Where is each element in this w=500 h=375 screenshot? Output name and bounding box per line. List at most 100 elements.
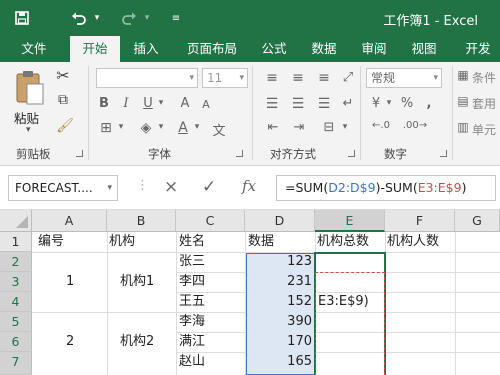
row-header-4[interactable]: 4 bbox=[0, 292, 32, 312]
redo-dropdown-icon[interactable]: ▾ bbox=[142, 8, 152, 28]
column-header-b[interactable]: B bbox=[107, 210, 176, 232]
align-bottom-icon[interactable]: ≡ bbox=[312, 70, 336, 86]
italic-icon[interactable]: I bbox=[118, 96, 134, 111]
row-header-5[interactable]: 5 bbox=[0, 312, 32, 332]
comma-icon[interactable]: , bbox=[420, 96, 438, 111]
wrap-text-icon[interactable]: ↵ bbox=[338, 96, 358, 111]
undo-dropdown-icon[interactable]: ▾ bbox=[92, 8, 102, 28]
column-header-g[interactable]: G bbox=[455, 210, 500, 232]
conditional-format-label[interactable]: 条件 bbox=[472, 69, 496, 86]
font-color-icon[interactable]: A bbox=[174, 120, 192, 136]
undo-icon[interactable] bbox=[68, 8, 90, 28]
border-dropdown-icon[interactable]: ▾ bbox=[116, 122, 126, 132]
format-as-table-label[interactable]: 套用 bbox=[472, 95, 496, 112]
number-launcher-icon[interactable] bbox=[440, 150, 447, 157]
font-launcher-icon[interactable] bbox=[236, 150, 243, 157]
decrease-indent-icon[interactable]: ⇤ bbox=[262, 120, 284, 135]
cell-d5[interactable]: 390 bbox=[248, 313, 312, 331]
row-header-7[interactable]: 7 bbox=[0, 352, 32, 375]
formula-input[interactable]: =SUM(D2:D$9)-SUM(E3:E$9) bbox=[276, 175, 496, 201]
cell-b1[interactable]: 机构 bbox=[109, 233, 135, 251]
tab-insert[interactable]: 插入 bbox=[124, 36, 168, 62]
customize-qat-icon[interactable]: ≡ bbox=[170, 8, 182, 28]
cell-d7[interactable]: 165 bbox=[248, 353, 312, 371]
tab-file[interactable]: 文件 bbox=[14, 36, 54, 62]
conditional-format-icon[interactable]: ▦ bbox=[456, 68, 470, 82]
align-center-icon[interactable]: ☰ bbox=[286, 96, 310, 112]
cell-d2[interactable]: 123 bbox=[248, 253, 312, 271]
tab-page-layout[interactable]: 页面布局 bbox=[176, 36, 248, 62]
paste-dropdown-icon[interactable]: ▾ bbox=[26, 125, 31, 135]
tab-data[interactable]: 数据 bbox=[304, 36, 344, 62]
merge-dropdown-icon[interactable]: ▾ bbox=[340, 122, 350, 132]
cut-icon[interactable]: ✂ bbox=[54, 66, 72, 85]
currency-icon[interactable]: ¥ bbox=[366, 96, 386, 111]
font-color-dropdown-icon[interactable]: ▾ bbox=[192, 122, 202, 132]
cancel-icon[interactable]: × bbox=[164, 177, 178, 197]
cell-b2-merged[interactable]: 机构1 bbox=[120, 273, 154, 291]
tab-review[interactable]: 审阅 bbox=[354, 36, 394, 62]
fill-color-icon[interactable]: ◈ bbox=[136, 120, 156, 136]
cell-e2-editing-text[interactable]: E3:E$9) bbox=[318, 293, 369, 311]
row-header-3[interactable]: 3 bbox=[0, 272, 32, 292]
currency-dropdown-icon[interactable]: ▾ bbox=[384, 98, 394, 108]
save-icon[interactable] bbox=[12, 8, 32, 28]
merge-center-icon[interactable]: ⊟ bbox=[318, 120, 340, 135]
cell-e1[interactable]: 机构总数 bbox=[317, 233, 369, 251]
font-shrink-icon[interactable]: A bbox=[198, 98, 214, 111]
fill-dropdown-icon[interactable]: ▾ bbox=[156, 122, 166, 132]
cell-c3[interactable]: 李四 bbox=[179, 273, 205, 291]
orientation-icon[interactable]: ⤢ bbox=[338, 70, 358, 85]
format-as-table-icon[interactable]: ▤ bbox=[456, 94, 470, 108]
font-grow-icon[interactable]: A bbox=[176, 96, 194, 111]
font-size-dropdown[interactable]: 11 ▾ bbox=[202, 68, 248, 88]
tab-view[interactable]: 视图 bbox=[404, 36, 444, 62]
drag-handle-icon[interactable]: ⋮ bbox=[136, 178, 149, 193]
alignment-launcher-icon[interactable] bbox=[348, 150, 355, 157]
cell-c4[interactable]: 王五 bbox=[179, 293, 205, 311]
cell-c5[interactable]: 李海 bbox=[179, 313, 205, 331]
select-all-button[interactable] bbox=[0, 210, 32, 232]
cell-styles-label[interactable]: 单元 bbox=[472, 121, 496, 138]
enter-icon[interactable]: ✓ bbox=[202, 177, 216, 197]
cell-c2[interactable]: 张三 bbox=[179, 253, 205, 271]
copy-icon[interactable]: ⧉ bbox=[52, 92, 74, 108]
decrease-decimal-icon[interactable]: .00→ bbox=[400, 120, 430, 131]
increase-decimal-icon[interactable]: ←.0 bbox=[366, 120, 396, 131]
column-header-a[interactable]: A bbox=[32, 210, 107, 232]
align-left-icon[interactable]: ☰ bbox=[260, 96, 284, 112]
cell-a2-merged[interactable]: 1 bbox=[66, 273, 74, 291]
paste-button[interactable] bbox=[14, 68, 46, 110]
row-header-6[interactable]: 6 bbox=[0, 332, 32, 352]
cell-a5-merged[interactable]: 2 bbox=[66, 333, 74, 351]
cell-d3[interactable]: 231 bbox=[248, 273, 312, 291]
cell-b5-merged[interactable]: 机构2 bbox=[120, 333, 154, 351]
align-middle-icon[interactable]: ≡ bbox=[286, 70, 310, 86]
column-header-d[interactable]: D bbox=[245, 210, 315, 232]
cell-d1[interactable]: 数据 bbox=[248, 233, 274, 251]
increase-indent-icon[interactable]: ⇥ bbox=[288, 120, 310, 135]
border-icon[interactable]: ⊞ bbox=[96, 120, 116, 136]
percent-icon[interactable]: % bbox=[398, 96, 416, 111]
bold-icon[interactable]: B bbox=[96, 96, 112, 111]
cell-styles-icon[interactable]: ▥ bbox=[456, 120, 470, 134]
tab-developer[interactable]: 开发 bbox=[456, 36, 500, 62]
row-header-1[interactable]: 1 bbox=[0, 232, 32, 252]
align-top-icon[interactable]: ≡ bbox=[260, 70, 284, 86]
tab-home[interactable]: 开始 bbox=[70, 36, 120, 62]
format-painter-icon[interactable]: 🖌 bbox=[56, 118, 74, 134]
redo-icon[interactable] bbox=[118, 8, 140, 28]
cell-c1[interactable]: 姓名 bbox=[179, 233, 205, 251]
font-name-dropdown[interactable]: ▾ bbox=[96, 68, 198, 88]
tab-formulas[interactable]: 公式 bbox=[254, 36, 294, 62]
insert-function-icon[interactable]: fx bbox=[242, 177, 256, 195]
underline-dropdown-icon[interactable]: ▾ bbox=[156, 98, 166, 108]
cell-d6[interactable]: 170 bbox=[248, 333, 312, 351]
clipboard-launcher-icon[interactable] bbox=[76, 150, 83, 157]
number-format-dropdown[interactable]: 常规 ▾ bbox=[366, 68, 442, 88]
cell-f1[interactable]: 机构人数 bbox=[387, 233, 439, 251]
cell-d4[interactable]: 152 bbox=[248, 293, 312, 311]
phonetic-icon[interactable]: 文 bbox=[210, 120, 228, 139]
underline-icon[interactable]: U bbox=[140, 96, 156, 111]
row-header-2[interactable]: 2 bbox=[0, 252, 32, 272]
